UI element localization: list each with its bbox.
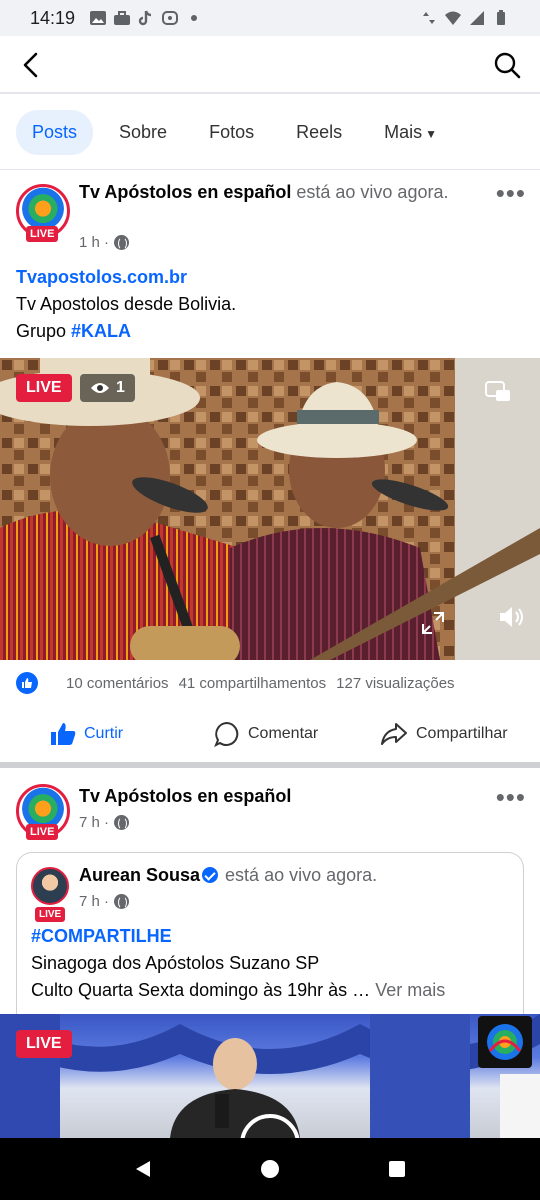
wifi-icon (445, 11, 461, 25)
post-meta: 7 h · (79, 814, 130, 831)
post-meta: 1 h · (79, 234, 130, 251)
post-time[interactable]: 1 h · (79, 234, 109, 251)
comment-label: Comentar (248, 725, 319, 742)
comment-button[interactable]: Comentar (214, 721, 318, 747)
battery-icon (497, 10, 505, 25)
tiktok-icon (138, 10, 152, 26)
thumbs-up-icon (51, 723, 76, 745)
status-time: 14:19 (30, 7, 76, 28)
post-author-name[interactable]: Tv Apóstolos en español (79, 786, 291, 806)
media-icon (162, 11, 179, 25)
fullscreen-icon[interactable] (420, 610, 446, 636)
tab-mais[interactable]: Mais ▼ (368, 110, 453, 155)
more-options-icon[interactable]: ••• (496, 180, 526, 206)
post-text-prefix: Grupo (16, 321, 72, 341)
viewer-count: 1 (80, 374, 135, 402)
volume-icon[interactable] (496, 602, 526, 632)
channel-logo (478, 1016, 532, 1068)
data-arrows-icon (423, 12, 435, 24)
shared-post-meta: 7 h · (79, 893, 130, 910)
shares-count[interactable]: 41 compartilhamentos (179, 675, 327, 692)
more-options-icon[interactable]: ••• (496, 784, 526, 810)
post-text-truncated: Culto Quarta Sexta domingo às 19hr às … (31, 980, 371, 1000)
tab-sobre[interactable]: Sobre (103, 110, 183, 155)
eye-icon (91, 383, 109, 393)
post-text-line: Grupo #KALA (16, 318, 236, 345)
post-text-line: Sinagoga dos Apóstolos Suzano SP (31, 953, 320, 973)
see-more-link[interactable]: Ver mais (375, 980, 445, 1000)
live-badge: LIVE (16, 374, 72, 402)
live-badge: LIVE (16, 1030, 72, 1058)
hashtag-link[interactable]: #COMPARTILHE (31, 923, 445, 950)
post-card: LIVE Tv Apóstolos en español 7 h · ••• L… (0, 768, 540, 1138)
search-icon[interactable] (492, 50, 522, 80)
shared-author-name[interactable]: Aurean Sousa (79, 865, 200, 885)
globe-icon (114, 815, 130, 830)
dot-icon (191, 15, 198, 21)
hashtag-link[interactable]: #KALA (71, 321, 131, 341)
share-label: Compartilhar (416, 725, 508, 742)
signal-icon (470, 11, 484, 25)
system-icons (420, 10, 510, 26)
tab-reels[interactable]: Reels (280, 110, 358, 155)
post-author-line: Tv Apóstolos en español (79, 784, 291, 809)
comment-icon (214, 721, 239, 747)
video-frame (0, 1014, 540, 1138)
picture-in-picture-icon[interactable] (484, 380, 512, 404)
post-author-line: Tv Apóstolos en español está ao vivo ago… (79, 180, 459, 205)
caret-down-icon: ▼ (425, 127, 438, 141)
tab-posts[interactable]: Posts (16, 110, 94, 155)
comments-count[interactable]: 10 comentários (66, 675, 169, 692)
post-time[interactable]: 7 h · (79, 814, 109, 831)
post-text-line: Tv Apostolos desde Bolivia. (16, 294, 237, 314)
post-stats: 10 comentários 41 compartilhamentos 127 … (16, 668, 524, 698)
share-button[interactable]: Compartilhar (380, 721, 508, 747)
channel-logo-icon (487, 1024, 523, 1060)
live-video[interactable]: LIVE (0, 1014, 540, 1138)
tab-fotos[interactable]: Fotos (193, 110, 270, 155)
post-author-name[interactable]: Tv Apóstolos en español (79, 182, 291, 202)
toolbox-icon (114, 11, 131, 25)
top-app-bar (0, 36, 540, 94)
notification-icons (89, 10, 203, 26)
live-video[interactable]: LIVE 1 (0, 358, 540, 660)
nav-home-icon[interactable] (259, 1158, 281, 1180)
gallery-icon (90, 11, 107, 25)
share-icon (381, 723, 407, 745)
globe-icon (114, 235, 130, 250)
video-frame (0, 358, 540, 660)
like-label: Curtir (84, 725, 124, 742)
system-nav-bar (0, 1138, 540, 1200)
like-reaction-icon[interactable] (16, 672, 38, 694)
shared-author-suffix: está ao vivo agora. (220, 865, 378, 885)
post-text-line: Culto Quarta Sexta domingo às 19hr às … … (31, 977, 445, 1004)
shared-author-line: Aurean Sousa está ao vivo agora. (79, 863, 377, 888)
post-link[interactable]: Tvapostolos.com.br (16, 264, 236, 291)
views-count: 127 visualizações (336, 674, 455, 692)
avatar-live-badge: LIVE (26, 226, 59, 242)
post-author-suffix: está ao vivo agora. (291, 182, 449, 202)
like-button[interactable]: Curtir (50, 722, 123, 746)
viewer-count-value: 1 (116, 379, 125, 396)
post-actions: Curtir Comentar Compartilhar (0, 712, 540, 756)
shared-post-time[interactable]: 7 h · (79, 893, 109, 910)
status-bar: 14:19 (0, 0, 540, 36)
profile-tabs: Posts Sobre Fotos Reels Mais ▼ (0, 96, 540, 170)
verified-badge-icon (202, 867, 219, 883)
shared-avatar-live-badge: LIVE (35, 907, 66, 922)
globe-icon (114, 894, 130, 909)
post-body: Tvapostolos.com.br Tv Apostolos desde Bo… (16, 264, 236, 345)
nav-back-icon[interactable] (132, 1158, 154, 1180)
shared-post-body: #COMPARTILHE Sinagoga dos Apóstolos Suza… (31, 923, 445, 1004)
avatar-live-badge: LIVE (26, 824, 59, 840)
tab-mais-label: Mais (384, 122, 423, 142)
shared-avatar[interactable] (31, 867, 69, 905)
post-card: LIVE Tv Apóstolos en español está ao viv… (0, 172, 540, 764)
nav-recents-icon[interactable] (386, 1158, 408, 1180)
back-arrow-icon[interactable] (16, 50, 46, 80)
